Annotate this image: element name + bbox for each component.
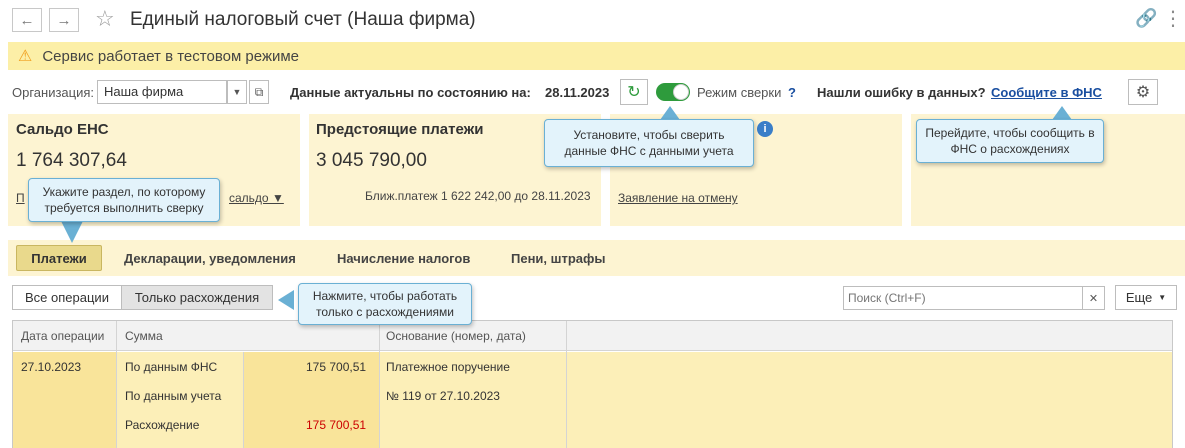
help-icon[interactable]: ? [788,85,796,100]
actual-label: Данные актуальны по состоянию на: [290,85,531,100]
chevron-down-icon: ▼ [1158,293,1167,302]
chevron-down-icon: ▼ [232,87,242,97]
callout-tail [660,106,680,120]
saldo-title: Сальдо ЕНС [16,121,109,138]
tab-tax-accrual[interactable]: Начисление налогов [337,251,470,266]
operations-table: Дата операции Сумма Основание (номер, да… [12,320,1173,448]
row-label-accounting: По данным учета [125,389,222,403]
banner-text: Сервис работает в тестовом режиме [42,47,300,65]
close-icon: ✕ [1088,292,1099,305]
callout-report: Перейдите, чтобы сообщить в ФНС о расхож… [916,119,1104,163]
test-mode-banner: ⚠ Сервис работает в тестовом режиме [8,42,1185,70]
tab-penalties[interactable]: Пени, штрафы [511,251,606,266]
back-button[interactable]: ← [12,8,42,32]
tab-payments[interactable]: Платежи [16,245,102,271]
info-icon[interactable]: i [757,121,773,137]
refresh-icon: ↻ [627,84,641,101]
upcoming-amount: 3 045 790,00 [316,150,427,171]
table-header: Дата операции Сумма Основание (номер, да… [13,321,1172,351]
more-label: Еще [1125,290,1153,305]
column-divider [116,321,117,448]
row-label-discrepancy: Расхождение [125,418,200,432]
warning-icon: ⚠ [18,48,33,65]
column-divider [566,321,567,448]
column-divider [243,352,244,448]
cancel-application-link[interactable]: Заявление на отмену [618,191,738,205]
org-field[interactable]: Наша фирма [97,80,227,104]
org-open-button[interactable]: ⧉ [249,80,269,104]
actual-date: 28.11.2023 [545,85,610,100]
settings-button[interactable]: ⚙ [1128,79,1158,105]
row-label-fns: По данным ФНС [125,360,218,374]
tab-declarations[interactable]: Декларации, уведомления [124,251,296,266]
mode-label: Режим сверки [697,85,782,100]
arrow-right-icon: → [56,11,72,29]
error-label: Нашли ошибку в данных? [817,85,986,100]
open-form-icon: ⧉ [254,84,264,99]
link-icon[interactable]: 🔗 [1135,8,1157,29]
reconciliation-toggle[interactable] [656,83,690,101]
toggle-knob [673,84,689,100]
row-basis-fns: Платежное поручение [386,360,510,374]
saldo-link-start[interactable]: П [16,191,25,205]
column-divider [379,321,380,448]
more-button[interactable]: Еще ▼ [1115,285,1177,310]
arrow-left-icon: ← [19,11,35,29]
clear-search-button[interactable]: ✕ [1083,286,1105,310]
operation-date: 27.10.2023 [21,360,82,374]
saldo-amount: 1 764 307,64 [16,150,127,171]
callout-tail [60,219,84,243]
favorite-star-icon[interactable]: ☆ [95,6,115,32]
row-amount-fns: 175 700,51 [306,360,367,374]
page-title: Единый налоговый счет (Наша фирма) [130,9,476,30]
saldo-details-link[interactable]: сальдо ▼ [229,191,284,205]
col-date-header[interactable]: Дата операции [21,329,104,343]
only-discrepancies-button[interactable]: Только расхождения [121,285,273,310]
more-vertical-icon[interactable]: ⋮ [1163,6,1183,31]
refresh-button[interactable]: ↻ [620,79,648,105]
col-basis-header[interactable]: Основание (номер, дата) [386,329,526,343]
report-fns-link[interactable]: Сообщите в ФНС [991,85,1102,100]
org-dropdown-button[interactable]: ▼ [227,80,247,104]
callout-tail [278,290,294,310]
gear-icon: ⚙ [1135,84,1151,101]
callout-tail [1052,106,1072,120]
org-label: Организация: [12,85,95,100]
col-sum-header[interactable]: Сумма [125,329,163,343]
callout-discrepancies: Нажмите, чтобы работать только с расхожд… [298,283,472,325]
forward-button[interactable]: → [49,8,79,32]
upcoming-title: Предстоящие платежи [316,121,484,138]
row-amount-discrepancy: 175 700,51 [306,418,367,432]
callout-section: Укажите раздел, по которому требуется вы… [28,178,220,222]
all-operations-button[interactable]: Все операции [12,285,122,310]
next-payment: Ближ.платеж 1 622 242,00 до 28.11.2023 [365,189,591,203]
row-basis-accounting: № 119 от 27.10.2023 [386,389,500,403]
search-input[interactable] [843,286,1083,310]
callout-mode: Установите, чтобы сверить данные ФНС с д… [544,119,754,167]
